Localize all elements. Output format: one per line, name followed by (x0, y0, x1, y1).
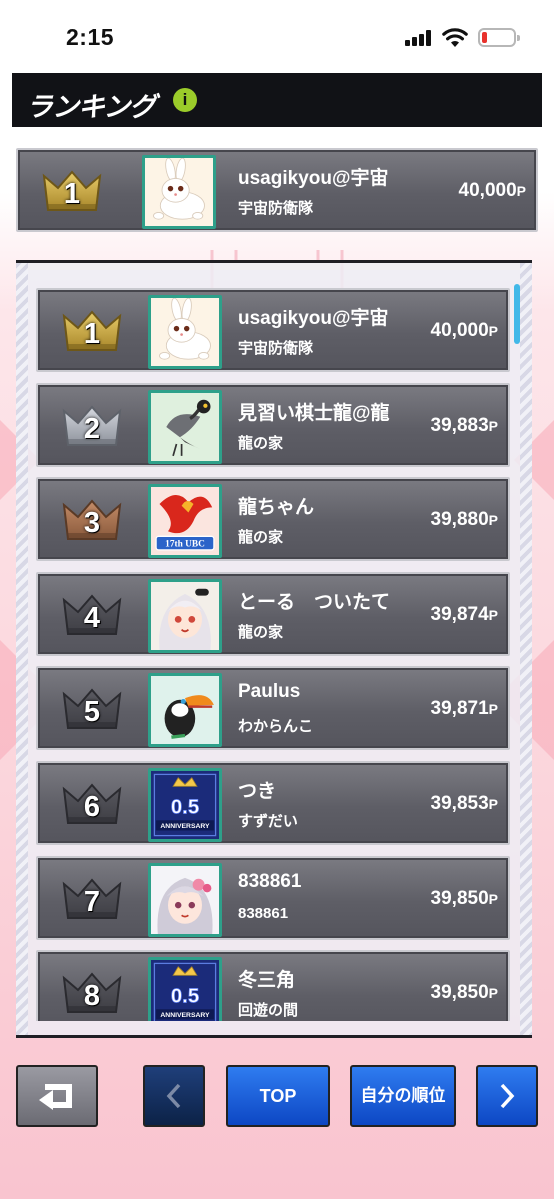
wifi-icon (442, 26, 468, 48)
rank-number: 6 (83, 791, 101, 823)
player-score: 39,883P (430, 415, 498, 436)
return-icon (39, 1084, 72, 1110)
player-team: 宇宙防衛隊 (238, 340, 314, 357)
scrollbar[interactable] (514, 284, 520, 344)
ranking-row[interactable]: 6 0.5 ANNIVERSARY つき すずだい 39,853P (36, 761, 510, 845)
rank-number: 2 (83, 413, 101, 445)
player-score: 40,000P (430, 320, 498, 341)
svg-text:17th UBC: 17th UBC (165, 540, 205, 550)
player-name: usagikyou@宇宙 (238, 308, 389, 329)
rank-number: 8 (83, 980, 101, 1012)
next-page-button[interactable] (476, 1065, 538, 1127)
battery-icon (478, 28, 520, 47)
ranking-row[interactable]: 7 838861 838861 39,850P (36, 856, 510, 940)
player-team: 龍の家 (238, 624, 284, 641)
player-team: 龍の家 (238, 435, 284, 452)
player-score: 39,853P (430, 793, 498, 814)
rank-number: 1 (83, 318, 101, 350)
rank-number: 4 (83, 602, 101, 634)
anime-girl-white-hair-avatar (148, 579, 222, 653)
svg-text:ANNIVERSARY: ANNIVERSARY (160, 823, 210, 830)
player-name: 見習い棋士龍@龍 (238, 403, 390, 424)
player-score: 39,871P (430, 698, 498, 719)
top-button[interactable]: TOP (226, 1065, 330, 1127)
rank-number: 7 (83, 886, 101, 918)
ranking-row[interactable]: 8 0.5 ANNIVERSARY 冬三角 回遊の間 39,850P (36, 950, 510, 1021)
crane-bird-avatar (148, 390, 222, 464)
player-name: 838861 (238, 871, 302, 892)
my-rank-card[interactable]: 1 usagikyou@宇宙 宇宙防衛隊 40,000P (16, 148, 538, 232)
player-team: 宇宙防衛隊 (238, 200, 314, 217)
ranking-row[interactable]: 3 17th UBC 龍ちゃん 龍の家 39,880P (36, 477, 510, 561)
rank-number: 1 (63, 178, 81, 210)
phoenix-17th-ubc-avatar: 17th UBC (148, 484, 222, 558)
ranking-list[interactable]: 1 usagikyou@宇宙 宇宙防衛隊 40,000P 2 見習い棋士龍@龍 … (36, 285, 512, 1021)
player-team: すずだい (238, 813, 298, 830)
anniversary-badge-avatar: 0.5 ANNIVERSARY (148, 957, 222, 1021)
cellular-signal-icon (405, 30, 433, 46)
rank-number: 5 (83, 696, 101, 728)
ranking-row[interactable]: 4 とーる ついたて 龍の家 39,874P (36, 572, 510, 656)
svg-text:0.5: 0.5 (171, 797, 199, 819)
page-title: ランキング (26, 92, 156, 122)
player-score: 39,880P (430, 509, 498, 530)
player-score: 39,850P (430, 888, 498, 909)
player-score: 39,874P (430, 604, 498, 625)
previous-page-button[interactable] (143, 1065, 205, 1127)
rabbit-avatar (142, 155, 216, 229)
status-time: 2:15 (66, 24, 115, 50)
player-score: 40,000P (458, 180, 526, 201)
player-name: 冬三角 (238, 970, 296, 991)
ranking-row[interactable]: 2 見習い棋士龍@龍 龍の家 39,883P (36, 383, 510, 467)
ranking-row[interactable]: 1 usagikyou@宇宙 宇宙防衛隊 40,000P (36, 288, 510, 372)
player-name: つき (238, 781, 277, 802)
player-score: 39,850P (430, 982, 498, 1003)
anime-girl-pink-flower-avatar (148, 863, 222, 937)
player-name: とーる ついたて (238, 592, 391, 613)
player-name: 龍ちゃん (238, 497, 315, 518)
anniversary-badge-avatar: 0.5 ANNIVERSARY (148, 768, 222, 842)
my-rank-button[interactable]: 自分の順位 (350, 1065, 456, 1127)
chevron-right-icon (500, 1083, 515, 1109)
player-team: 龍の家 (238, 529, 284, 546)
ranking-row[interactable]: 5 Paulus わからんこ 39,871P (36, 666, 510, 750)
player-team: 838861 (238, 905, 289, 922)
player-team: わからんこ (238, 718, 314, 735)
svg-text:0.5: 0.5 (171, 986, 199, 1008)
player-name: Paulus (238, 681, 301, 702)
rabbit-avatar (148, 295, 222, 369)
back-button[interactable] (16, 1065, 98, 1127)
player-team: 回遊の間 (238, 1002, 299, 1019)
ranking-list-panel: 1 usagikyou@宇宙 宇宙防衛隊 40,000P 2 見習い棋士龍@龍 … (16, 260, 532, 1038)
rank-number: 3 (83, 507, 101, 539)
toucan-avatar (148, 673, 222, 747)
header-bar: ランキング i (12, 73, 542, 127)
status-bar: 2:15 (0, 0, 554, 72)
chevron-left-icon (166, 1083, 181, 1109)
player-name: usagikyou@宇宙 (238, 168, 389, 189)
svg-text:ANNIVERSARY: ANNIVERSARY (160, 1012, 210, 1019)
info-icon[interactable]: i (173, 88, 197, 112)
